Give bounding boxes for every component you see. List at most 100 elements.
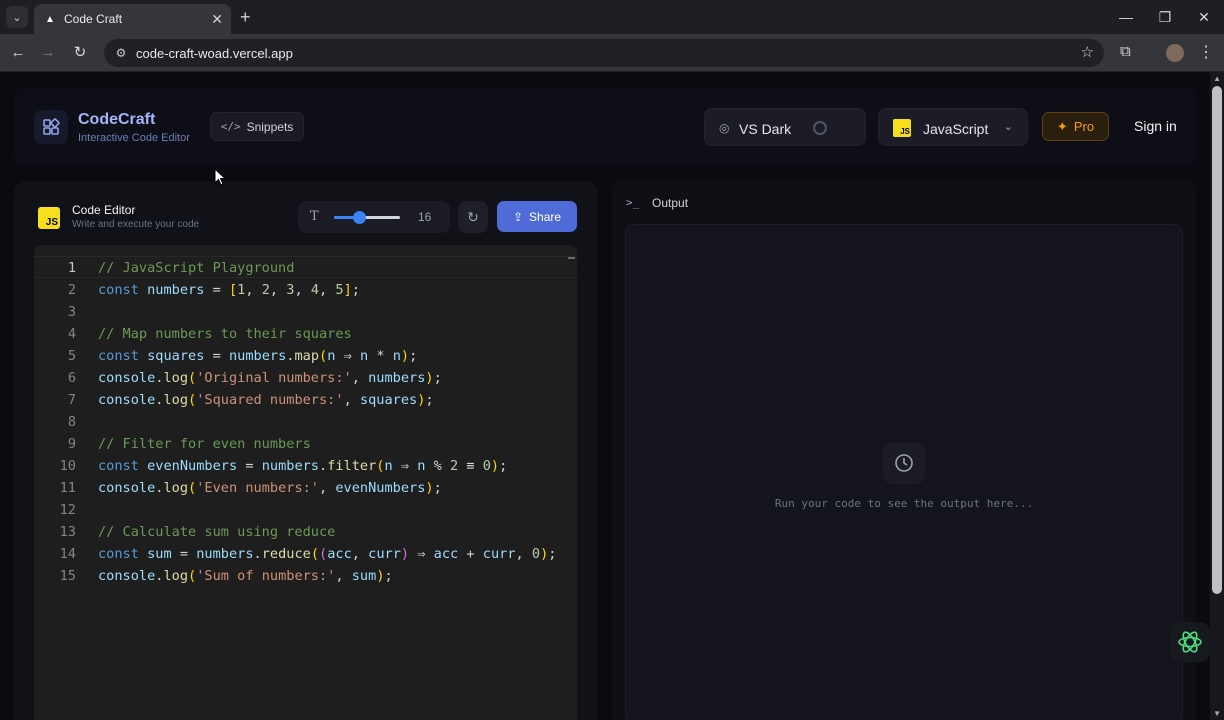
site-info-icon[interactable]: ⚙ xyxy=(112,44,130,62)
scroll-up-icon[interactable]: ▲ xyxy=(1213,74,1221,83)
code-token: , xyxy=(319,480,336,496)
terminal-icon: >_ xyxy=(626,196,640,209)
code-token: evenNumbers xyxy=(147,458,238,474)
code-token: ) xyxy=(400,546,410,562)
language-label: JavaScript xyxy=(923,121,989,137)
code-token: 'Even numbers:' xyxy=(196,480,319,496)
code-line[interactable]: 9 // Filter for even numbers xyxy=(34,433,577,455)
back-icon[interactable]: ← xyxy=(8,43,28,63)
brand-name[interactable]: CodeCraft xyxy=(78,111,155,129)
code-token: , xyxy=(343,392,360,408)
code-text: console.log('Sum of numbers:', sum); xyxy=(98,565,393,587)
share-label: Share xyxy=(529,209,562,224)
code-token: const xyxy=(98,348,139,364)
url-field[interactable]: ⚙ code-craft-woad.vercel.app ☆ xyxy=(104,39,1104,67)
code-token: ; xyxy=(351,282,360,298)
reset-icon[interactable]: ↻ xyxy=(458,201,488,233)
code-text: // Filter for even numbers xyxy=(98,433,311,455)
code-line[interactable]: 1 // JavaScript Playground xyxy=(34,257,577,279)
code-line[interactable]: 3 xyxy=(34,301,577,323)
extensions-icon[interactable]: ⧉ xyxy=(1120,43,1131,60)
pro-button[interactable]: ✦ Pro xyxy=(1042,112,1109,141)
font-size-slider[interactable] xyxy=(334,216,400,219)
code-token: 4 xyxy=(310,282,320,298)
code-token: , xyxy=(269,282,287,298)
code-token: // Map numbers to their squares xyxy=(98,326,352,342)
code-line[interactable]: 14 const sum = numbers.reduce((acc, curr)… xyxy=(34,543,577,565)
code-token: [ xyxy=(228,282,238,298)
url-text[interactable]: code-craft-woad.vercel.app xyxy=(136,46,293,61)
browser-tab-bar: ⌄ ▲ Code Craft ✕ + — ❐ ✕ xyxy=(0,0,1224,34)
code-token: ) xyxy=(490,458,500,474)
javascript-icon: JS xyxy=(893,119,911,137)
browser-tab[interactable]: ▲ Code Craft ✕ xyxy=(34,4,231,34)
code-token: numbers xyxy=(368,370,426,386)
forward-icon[interactable]: → xyxy=(38,43,58,63)
tab-search-icon[interactable]: ⌄ xyxy=(6,6,28,28)
code-line[interactable]: 10 const evenNumbers = numbers.filter(n ⇒… xyxy=(34,455,577,477)
code-line[interactable]: 8 xyxy=(34,411,577,433)
palette-icon: ◎ xyxy=(719,121,730,135)
code-text: console.log('Even numbers:', evenNumbers… xyxy=(98,477,442,499)
theme-selector[interactable]: ◎ VS Dark xyxy=(704,108,866,146)
code-line[interactable]: 15 console.log('Sum of numbers:', sum); xyxy=(34,565,577,587)
code-token: squares xyxy=(359,392,418,408)
scroll-down-icon[interactable]: ▼ xyxy=(1213,709,1221,718)
code-line[interactable]: 6 console.log('Original numbers:', number… xyxy=(34,367,577,389)
code-token: , xyxy=(319,282,336,298)
code-token: console xyxy=(98,370,156,386)
assistant-icon[interactable] xyxy=(1170,622,1210,662)
code-token: , xyxy=(335,568,352,584)
code-token: , xyxy=(351,370,369,386)
clock-icon xyxy=(883,442,925,484)
close-icon[interactable]: ✕ xyxy=(211,11,223,27)
code-token: 'Squared numbers:' xyxy=(196,392,344,408)
code-token: // Calculate sum using reduce xyxy=(98,524,336,540)
star-icon[interactable]: ☆ xyxy=(1081,43,1094,61)
code-text: // Calculate sum using reduce xyxy=(98,521,335,543)
mouse-cursor-icon xyxy=(214,168,226,186)
share-button[interactable]: ⇪ Share xyxy=(497,201,577,232)
code-token: , xyxy=(515,546,532,562)
code-token: ( xyxy=(188,568,197,584)
code-token: log xyxy=(163,568,189,584)
snippets-button[interactable]: </> Snippets xyxy=(210,112,304,141)
reload-icon[interactable]: ↻ xyxy=(70,43,90,63)
code-editor[interactable]: 1// JavaScript Playground 2 const numbers … xyxy=(34,245,577,720)
code-text: // Map numbers to their squares xyxy=(98,323,352,345)
code-token: n xyxy=(392,348,401,364)
sign-in-button[interactable]: Sign in xyxy=(1134,118,1177,134)
code-token: const xyxy=(98,546,139,562)
share-icon: ⇪ xyxy=(512,209,524,224)
code-token: = xyxy=(204,348,229,364)
profile-icon[interactable] xyxy=(1166,44,1184,62)
code-line[interactable]: 2 const numbers = [1, 2, 3, 4, 5]; xyxy=(34,279,577,301)
code-text: const numbers = [1, 2, 3, 4, 5]; xyxy=(98,279,360,301)
code-token: . xyxy=(253,546,262,562)
minimize-icon[interactable]: — xyxy=(1116,8,1136,26)
language-selector[interactable]: JS JavaScript ⌄ xyxy=(878,108,1028,146)
code-line[interactable]: 13 // Calculate sum using reduce xyxy=(34,521,577,543)
code-line[interactable]: 7 console.log('Squared numbers:', squares… xyxy=(34,389,577,411)
page-scrollbar[interactable]: ▲ ▼ xyxy=(1210,72,1224,720)
code-line[interactable]: 11 console.log('Even numbers:', evenNumbe… xyxy=(34,477,577,499)
code-line[interactable]: 12 xyxy=(34,499,577,521)
slider-thumb[interactable] xyxy=(353,211,367,224)
logo-icon[interactable] xyxy=(34,110,68,144)
code-token: sum xyxy=(147,546,172,562)
code-token: n xyxy=(359,348,369,364)
output-placeholder: Run your code to see the output here... xyxy=(774,497,1034,510)
plus-icon[interactable]: + xyxy=(240,7,251,27)
kebab-icon[interactable]: ⋮ xyxy=(1198,42,1214,62)
line-number: 2 xyxy=(67,282,76,298)
maximize-icon[interactable]: ❐ xyxy=(1155,8,1175,26)
code-line[interactable]: 4 // Map numbers to their squares xyxy=(34,323,577,345)
code-token: acc xyxy=(433,546,459,562)
scrollbar-thumb[interactable] xyxy=(1212,86,1222,594)
code-token: ( xyxy=(188,392,197,408)
close-window-icon[interactable]: ✕ xyxy=(1194,8,1214,26)
code-token: ( xyxy=(319,348,328,364)
code-line[interactable]: 5 const squares = numbers.map(n ⇒ n * n); xyxy=(34,345,577,367)
line-number: 3 xyxy=(67,304,76,320)
